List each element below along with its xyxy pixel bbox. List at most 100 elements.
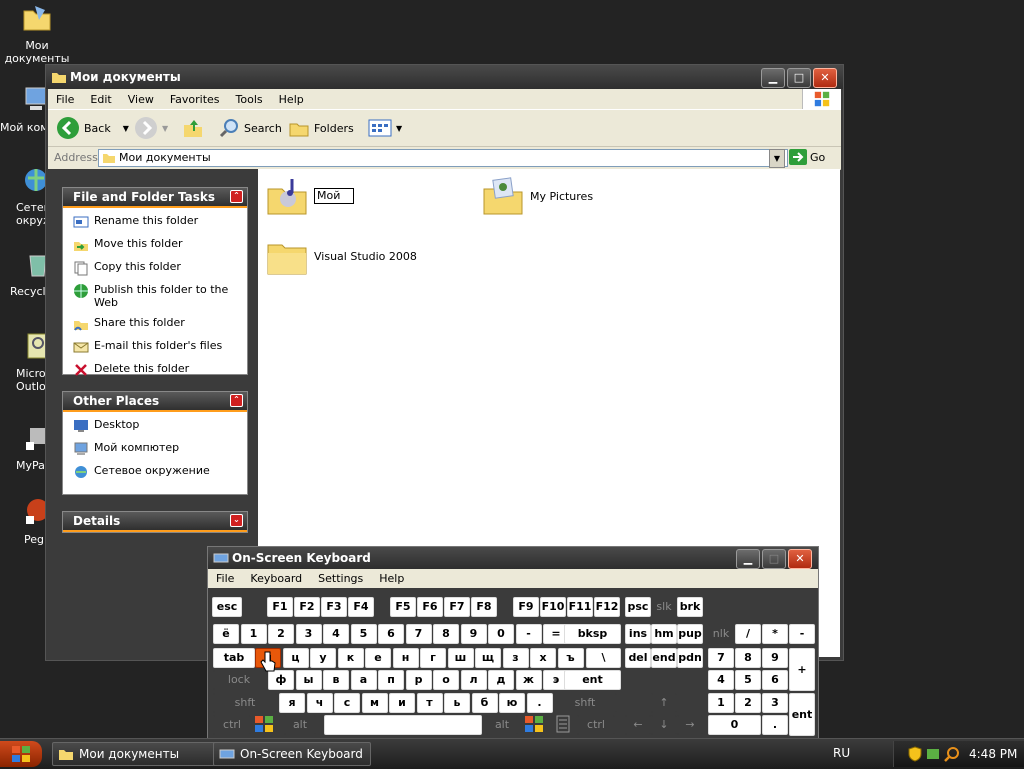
folders-button[interactable]: Folders xyxy=(288,116,354,140)
key-3[interactable]: 3 xyxy=(295,624,322,644)
key-esc[interactable]: esc xyxy=(212,597,242,617)
task-share-folder[interactable]: Share this folder xyxy=(73,316,241,332)
maximize-button[interactable]: □ xyxy=(787,68,811,88)
collapse-icon[interactable]: ⌃ xyxy=(230,190,243,203)
key-ent[interactable]: ent xyxy=(789,693,815,736)
key-F10[interactable]: F10 xyxy=(540,597,566,617)
key-sym[interactable]: \ xyxy=(586,648,621,668)
key-ё[interactable]: ё xyxy=(213,624,239,644)
key-pup[interactable]: pup xyxy=(677,624,703,644)
key-9[interactable]: 9 xyxy=(762,648,788,668)
task-publish-web[interactable]: Publish this folder to the Web xyxy=(73,283,241,309)
back-button[interactable]: Back ▼ xyxy=(56,116,129,140)
task-rename-folder[interactable]: Rename this folder xyxy=(73,214,241,230)
up-folder-button[interactable] xyxy=(182,116,204,140)
task-delete-folder[interactable]: Delete this folder xyxy=(73,362,241,378)
on-screen-keyboard-window[interactable]: On-Screen Keyboard ▁ □ ✕ File Keyboard S… xyxy=(207,546,819,740)
key-н[interactable]: н xyxy=(392,648,419,668)
folder-item-renaming[interactable]: Мой xyxy=(266,175,354,217)
key-F12[interactable]: F12 xyxy=(594,597,620,617)
key-del[interactable]: del xyxy=(625,648,651,668)
key-3[interactable]: 3 xyxy=(762,693,788,713)
place-network[interactable]: Сетевое окружение xyxy=(73,464,241,480)
task-email-files[interactable]: E-mail this folder's files xyxy=(73,339,241,355)
key-г[interactable]: г xyxy=(420,648,446,668)
menu-favorites[interactable]: Favorites xyxy=(162,93,228,106)
key-sym[interactable]: . xyxy=(762,715,788,735)
key-б[interactable]: б xyxy=(471,693,498,713)
key-brk[interactable]: brk xyxy=(677,597,703,617)
key-ш[interactable]: ш xyxy=(447,648,474,668)
folder-item-my-pictures[interactable]: My Pictures xyxy=(482,175,593,217)
expand-icon[interactable]: ⌄ xyxy=(230,514,243,527)
menu-help[interactable]: Help xyxy=(271,93,312,106)
key-ъ[interactable]: ъ xyxy=(557,648,584,668)
key-sym[interactable]: / xyxy=(735,624,761,644)
key-alt[interactable]: alt xyxy=(284,715,316,735)
key-я[interactable]: я xyxy=(279,693,305,713)
key-в[interactable]: в xyxy=(323,670,349,690)
menu-key-icon[interactable] xyxy=(556,715,570,736)
key-е[interactable]: е xyxy=(365,648,391,668)
key-F7[interactable]: F7 xyxy=(444,597,470,617)
key-а[interactable]: а xyxy=(350,670,377,690)
key-tab[interactable]: tab xyxy=(213,648,255,668)
key-F2[interactable]: F2 xyxy=(294,597,320,617)
key-slk[interactable]: slk xyxy=(651,597,677,617)
key-ж[interactable]: ж xyxy=(515,670,542,690)
key-р[interactable]: р xyxy=(405,670,432,690)
key-8[interactable]: 8 xyxy=(433,624,459,644)
key-F6[interactable]: F6 xyxy=(417,597,443,617)
key-ы[interactable]: ы xyxy=(295,670,322,690)
key-7[interactable]: 7 xyxy=(708,648,734,668)
key-1[interactable]: 1 xyxy=(708,693,734,713)
views-button[interactable]: ▼ xyxy=(368,116,402,140)
key-sym[interactable]: * xyxy=(762,624,788,644)
key-alt[interactable]: alt xyxy=(486,715,518,735)
key-4[interactable]: 4 xyxy=(708,670,734,690)
task-move-folder[interactable]: Move this folder xyxy=(73,237,241,253)
key-F1[interactable]: F1 xyxy=(267,597,293,617)
key-ц[interactable]: ц xyxy=(282,648,309,668)
key-у[interactable]: у xyxy=(310,648,336,668)
place-my-computer[interactable]: Мой компютер xyxy=(73,441,241,457)
network-status-icon[interactable] xyxy=(926,746,940,762)
security-shield-icon[interactable] xyxy=(908,746,922,762)
key-nlk[interactable]: nlk xyxy=(708,624,734,644)
panel-header[interactable]: Details ⌄ xyxy=(63,512,247,532)
folder-item-visual-studio[interactable]: Visual Studio 2008 xyxy=(266,235,417,277)
key-sym[interactable]: - xyxy=(515,624,542,644)
windows-key-icon[interactable] xyxy=(254,715,274,736)
key-F9[interactable]: F9 xyxy=(513,597,539,617)
go-button[interactable]: Go xyxy=(789,149,825,165)
key-ь[interactable]: ь xyxy=(444,693,470,713)
minimize-button[interactable]: ▁ xyxy=(761,68,785,88)
key-F5[interactable]: F5 xyxy=(390,597,416,617)
key-л[interactable]: л xyxy=(460,670,487,690)
search-icon[interactable] xyxy=(944,746,960,762)
key-sym[interactable]: → xyxy=(677,715,703,735)
key-п[interactable]: п xyxy=(378,670,404,690)
menu-file[interactable]: File xyxy=(48,93,82,106)
chevron-down-icon[interactable]: ▼ xyxy=(396,124,402,133)
address-dropdown-button[interactable]: ▼ xyxy=(769,149,785,168)
key-ctrl[interactable]: ctrl xyxy=(213,715,251,735)
key-2[interactable]: 2 xyxy=(735,693,761,713)
key-6[interactable]: 6 xyxy=(378,624,404,644)
windows-key-icon[interactable] xyxy=(524,715,544,736)
key-sym[interactable]: ← xyxy=(625,715,651,735)
key-sym[interactable]: - xyxy=(789,624,815,644)
language-indicator[interactable]: RU xyxy=(833,746,850,760)
task-copy-folder[interactable]: Copy this folder xyxy=(73,260,241,276)
rename-input[interactable]: Мой xyxy=(314,188,354,204)
menu-view[interactable]: View xyxy=(120,93,162,106)
key-2[interactable]: 2 xyxy=(268,624,294,644)
panel-header[interactable]: File and Folder Tasks ⌃ xyxy=(63,188,247,208)
key-4[interactable]: 4 xyxy=(323,624,349,644)
key-F8[interactable]: F8 xyxy=(471,597,497,617)
panel-header[interactable]: Other Places ⌃ xyxy=(63,392,247,412)
key-shft[interactable]: shft xyxy=(553,693,617,713)
taskbar-button-osk[interactable]: On-Screen Keyboard xyxy=(213,742,371,766)
key-1[interactable]: 1 xyxy=(240,624,267,644)
key-end[interactable]: end xyxy=(651,648,677,668)
